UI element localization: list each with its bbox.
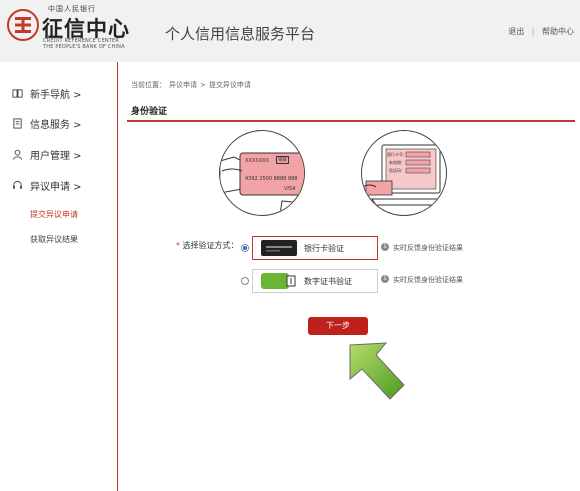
digital-certificate-option-label: 数字证书验证: [304, 277, 352, 286]
card-brand: VISA: [284, 186, 296, 192]
header: 中国人民银行 征信中心 CREDIT REFERENCE CENTER THE …: [0, 0, 580, 62]
breadcrumb-level1[interactable]: 异议申请: [169, 81, 197, 89]
sidebar-item-objection-application[interactable]: 异议申请 >: [12, 178, 82, 193]
digital-certificate-info-text: 实时反馈身份验证结果: [393, 276, 463, 284]
sidebar-item-beginner-guide[interactable]: 新手导航 >: [12, 86, 82, 101]
sidebar-item-info-service[interactable]: 信息服务 >: [12, 116, 82, 131]
sidebar-divider: [117, 62, 118, 491]
green-arrow-icon: [349, 342, 405, 400]
card-number: 4392 2500 8888 888: [245, 176, 298, 182]
link-separator: |: [531, 27, 535, 36]
breadcrumb-prefix: 当前位置：: [131, 81, 166, 89]
bank-card-option-label: 银行卡验证: [304, 244, 344, 253]
sidebar-subitem-get-objection-result[interactable]: 获取异议结果: [30, 234, 78, 245]
sidebar-item-label: 异议申请 >: [30, 182, 82, 193]
info-icon: i: [381, 275, 389, 283]
verification-method-label: * 选择验证方式：: [176, 240, 239, 251]
sidebar-subitem-submit-objection[interactable]: 提交异议申请: [30, 209, 78, 220]
section-title: 身份验证: [131, 107, 168, 117]
logo-english-line2: THE PEOPLE'S BANK OF CHINA: [43, 44, 125, 50]
top-links: 退出 | 帮助中心: [508, 26, 574, 37]
bank-card-option-icon: [261, 240, 297, 256]
logout-link[interactable]: 退出: [508, 26, 524, 37]
online-verification-illustration: 银行卡号： 有效期： 验证码：: [361, 130, 447, 216]
bank-card-illustration: XXXXXXX 银联 4392 2500 8888 888 VISA: [219, 130, 305, 216]
laptop-field-code: 验证码：: [389, 168, 405, 173]
headset-icon: [13, 180, 22, 189]
usb-key-icon: [261, 273, 296, 289]
platform-title: 个人信用信息服务平台: [165, 25, 316, 43]
sidebar-item-label: 用户管理 >: [30, 151, 82, 162]
verification-method-label-text: 选择验证方式：: [182, 241, 239, 250]
bank-card-verification-option[interactable]: 银行卡验证: [252, 236, 378, 260]
sidebar-item-user-management[interactable]: 用户管理 >: [12, 147, 82, 162]
section-divider: [127, 120, 575, 122]
card-tag: 银联: [276, 156, 289, 164]
book-icon: [12, 89, 23, 98]
sidebar-item-label: 新手导航 >: [30, 90, 82, 101]
breadcrumb-separator: >: [200, 81, 206, 89]
document-icon: [13, 118, 22, 129]
breadcrumb: 当前位置： 异议申请 > 提交异议申请: [131, 80, 254, 90]
digital-certificate-radio[interactable]: [241, 277, 249, 285]
sidebar-item-label: 信息服务 >: [30, 120, 82, 131]
user-icon: [12, 149, 23, 160]
digital-certificate-verification-option[interactable]: 数字证书验证: [252, 269, 378, 293]
next-step-button[interactable]: 下一步: [308, 317, 368, 335]
required-mark: *: [176, 241, 180, 250]
bank-card-icon: [220, 152, 304, 215]
bank-card-radio[interactable]: [241, 244, 249, 252]
sidebar: 新手导航 > 信息服务 > 用户管理 > 异议申请 > 提交异议申请 获取异议结…: [0, 62, 117, 491]
laptop-field-card-number: 银行卡号：: [387, 152, 407, 157]
info-icon: i: [381, 243, 389, 251]
card-code: XXXXXXX: [245, 158, 269, 164]
credit-center-logo-icon: [7, 9, 39, 41]
help-center-link[interactable]: 帮助中心: [542, 26, 574, 37]
bank-card-info-text: 实时反馈身份验证结果: [393, 244, 463, 252]
laptop-field-expiry: 有效期：: [389, 160, 405, 165]
breadcrumb-level2: 提交异议申请: [208, 81, 251, 89]
